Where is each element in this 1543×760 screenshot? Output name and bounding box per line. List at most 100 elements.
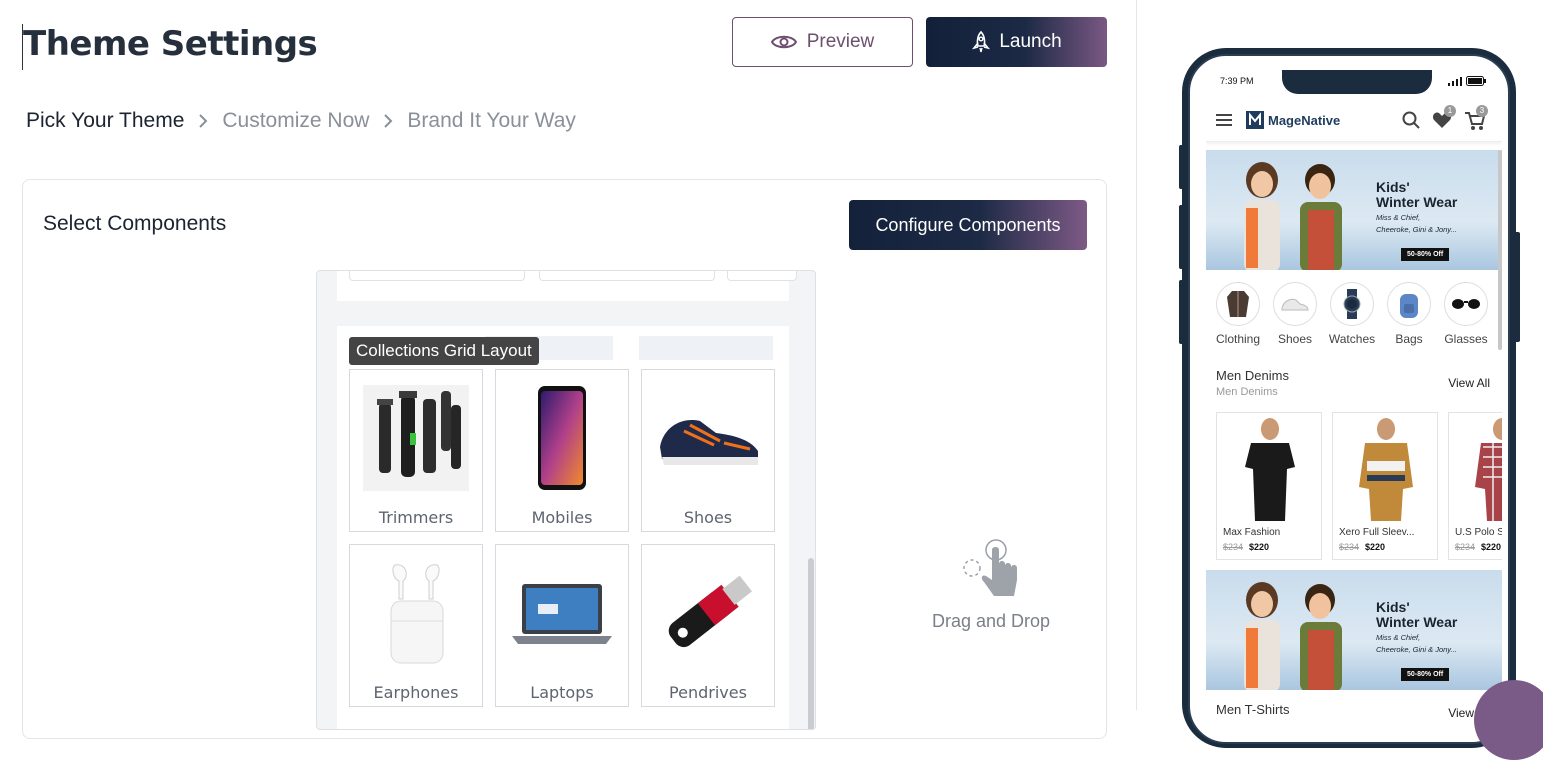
- configure-components-button[interactable]: Configure Components: [849, 200, 1087, 250]
- category-clothing[interactable]: Clothing: [1211, 282, 1265, 346]
- banner-text: Kids' Winter Wear Miss & Chief, Cheeroke…: [1376, 599, 1458, 655]
- breadcrumb-step-pick-theme[interactable]: Pick Your Theme: [26, 109, 184, 133]
- tile-label: Mobiles: [531, 508, 593, 527]
- promo-banner[interactable]: Kids' Winter Wear Miss & Chief, Cheeroke…: [1206, 150, 1502, 270]
- view-all-link[interactable]: View All: [1448, 376, 1490, 390]
- select-components-panel: Select Components Configure Components T…: [22, 179, 1107, 739]
- tile-label: Trimmers: [378, 508, 454, 527]
- wishlist-badge: 1: [1444, 105, 1456, 117]
- phone-screen: 7:39 PM MageNative 1 3 Kids' Winter Wear…: [1206, 70, 1502, 730]
- banner-heading-2: Winter Wear: [1376, 614, 1458, 630]
- chevron-right-icon: [375, 106, 401, 136]
- banner-offer: 50-80% Off: [1401, 248, 1450, 261]
- product-name: Xero Full Sleev...: [1339, 527, 1415, 538]
- product-price: $234 $220: [1223, 542, 1270, 552]
- collections-grid-layout-tag: Collections Grid Layout: [349, 337, 539, 365]
- promo-banner[interactable]: Kids' Winter Wear Miss & Chief, Cheeroke…: [1206, 570, 1502, 690]
- sneaker-icon: [1273, 282, 1317, 326]
- category-bags[interactable]: Bags: [1382, 282, 1436, 346]
- search-icon[interactable]: [1402, 111, 1420, 129]
- launch-label: Launch: [999, 31, 1062, 52]
- category-row: Clothing Shoes Watches Bags Glasses: [1206, 282, 1502, 352]
- theme-settings-pane: Theme Settings Preview Launch Pick Your …: [0, 0, 1137, 739]
- phone-preview-pane: 7:39 PM MageNative 1 3 Kids' Winter Wear…: [1138, 0, 1543, 760]
- collection-tile-trimmers[interactable]: Trimmers: [349, 369, 483, 532]
- product-name: U.S Polo S: [1455, 527, 1502, 538]
- chevron-right-icon: [190, 106, 216, 136]
- chat-widget-button[interactable]: [1474, 680, 1543, 760]
- backpack-icon: [1387, 282, 1431, 326]
- category-watches[interactable]: Watches: [1325, 282, 1379, 346]
- banner-offer: 50-80% Off: [1401, 668, 1450, 681]
- brand-name: MageNative: [1268, 112, 1341, 128]
- banner-heading-2: Winter Wear: [1376, 194, 1458, 210]
- product-price: $234 $220: [1339, 542, 1386, 552]
- banner-sub-1: Miss & Chief,: [1376, 213, 1421, 222]
- launch-button[interactable]: Launch: [926, 17, 1107, 67]
- laptop-image: [506, 555, 618, 670]
- collection-tile-earphones[interactable]: Earphones: [349, 544, 483, 707]
- breadcrumb-step-brand[interactable]: Brand It Your Way: [407, 109, 575, 133]
- component-canvas[interactable]: Trimmers Mobiles Shoes Earphones Laptops…: [316, 270, 816, 730]
- page-title: Theme Settings: [23, 24, 318, 64]
- category-label: Watches: [1328, 332, 1376, 346]
- category-glasses[interactable]: Glasses: [1439, 282, 1493, 346]
- panel-title: Select Components: [43, 212, 227, 235]
- banner-heading-1: Kids': [1376, 179, 1410, 195]
- placeholder-field: [727, 271, 797, 281]
- collections-grid-section[interactable]: Trimmers Mobiles Shoes Earphones Laptops…: [337, 326, 789, 729]
- tile-label: Laptops: [530, 683, 594, 702]
- collection-tile-shoes[interactable]: Shoes: [641, 369, 775, 532]
- placeholder-field: [349, 271, 525, 281]
- preview-button[interactable]: Preview: [732, 17, 913, 67]
- app-bar: MageNative 1 3: [1206, 98, 1502, 142]
- category-label: Clothing: [1215, 332, 1261, 346]
- earphones-image: [360, 555, 472, 670]
- tile-label: Shoes: [683, 508, 733, 527]
- pendrive-image: [652, 555, 764, 670]
- tile-label: Earphones: [373, 683, 459, 702]
- phone-bezel: 7:39 PM MageNative 1 3 Kids' Winter Wear…: [1188, 54, 1510, 744]
- canvas-top-section: [337, 271, 797, 301]
- section-subtitle: Men Denims: [1216, 386, 1278, 398]
- breadcrumb: Pick Your Theme Customize Now Brand It Y…: [26, 106, 576, 136]
- trimmer-image: [360, 380, 472, 495]
- preview-label: Preview: [806, 31, 875, 52]
- banner-sub-2: Cheeroke, Gini & Jony...: [1376, 225, 1457, 234]
- status-time: 7:39 PM: [1220, 76, 1254, 86]
- collection-tile-laptops[interactable]: Laptops: [495, 544, 629, 707]
- wishlist-button[interactable]: 1: [1432, 105, 1456, 134]
- tile-label: Pendrives: [669, 683, 747, 702]
- breadcrumb-step-customize[interactable]: Customize Now: [222, 109, 369, 133]
- category-label: Shoes: [1277, 332, 1313, 346]
- category-shoes[interactable]: Shoes: [1268, 282, 1322, 346]
- section-title: Men Denims: [1216, 368, 1289, 383]
- hamburger-menu-icon[interactable]: [1216, 114, 1232, 126]
- product-card[interactable]: Max Fashion $234 $220: [1216, 412, 1322, 560]
- category-label: Glasses: [1444, 332, 1488, 346]
- product-image: [1245, 418, 1295, 521]
- collection-tile-mobiles[interactable]: Mobiles: [495, 369, 629, 532]
- signal-icon: [1448, 76, 1462, 86]
- rocket-icon: [972, 31, 991, 53]
- canvas-scrollbar[interactable]: [808, 558, 814, 729]
- product-image: [1475, 418, 1502, 521]
- product-card[interactable]: U.S Polo S $234 $220: [1448, 412, 1502, 560]
- mobile-image: [506, 380, 618, 495]
- shoe-image: [652, 380, 764, 495]
- battery-icon: [1466, 76, 1486, 86]
- cart-button[interactable]: 3: [1464, 105, 1488, 136]
- product-card[interactable]: Xero Full Sleev... $234 $220: [1332, 412, 1438, 560]
- banner-heading-1: Kids': [1376, 599, 1410, 615]
- banner-sub-1: Miss & Chief,: [1376, 633, 1421, 642]
- brand-logo[interactable]: MageNative: [1246, 111, 1340, 129]
- banner-text: Kids' Winter Wear Miss & Chief, Cheeroke…: [1376, 179, 1458, 235]
- collection-tile-pendrives[interactable]: Pendrives: [641, 544, 775, 707]
- phone-scrollbar[interactable]: [1498, 150, 1502, 350]
- kids-photo-image: [1244, 582, 1342, 690]
- sunglasses-icon: [1444, 282, 1488, 326]
- banner-sub-2: Cheeroke, Gini & Jony...: [1376, 645, 1457, 654]
- product-price: $234 $220: [1455, 542, 1502, 552]
- drag-and-drop-label: Drag and Drop: [931, 611, 1051, 631]
- product-name: Max Fashion: [1223, 527, 1281, 538]
